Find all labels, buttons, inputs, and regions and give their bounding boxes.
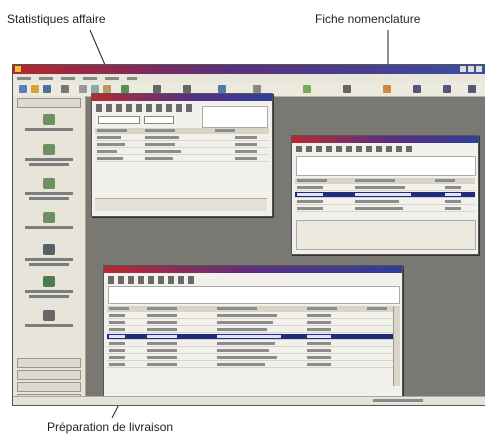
toolbar-tool-icon[interactable] [253, 85, 261, 93]
toolbar-search-icon[interactable] [121, 85, 129, 93]
sidebar-item[interactable] [19, 308, 79, 338]
toolbar-tool-icon[interactable] [343, 85, 351, 93]
vertical-scrollbar[interactable] [393, 306, 400, 386]
window-titlebar [292, 136, 478, 143]
stats-filter-field[interactable] [98, 116, 140, 124]
sidebar-item[interactable] [19, 242, 79, 272]
toolbar-open-icon[interactable] [31, 85, 39, 93]
table-row[interactable] [107, 327, 399, 333]
callout-statistiques-affaire: Statistiques affaire [7, 12, 106, 26]
sidebar-item[interactable] [19, 176, 79, 206]
toolbar-copy-icon[interactable] [91, 85, 99, 93]
sidebar-item[interactable] [19, 274, 79, 304]
table-row[interactable] [95, 135, 269, 141]
maximize-button[interactable] [468, 66, 474, 72]
table-header [95, 128, 269, 134]
nomenclature-form [296, 156, 476, 176]
toolbar-paste-icon[interactable] [103, 85, 111, 93]
table-row[interactable] [295, 185, 475, 191]
table-header [295, 178, 475, 184]
toolbar-tool-icon[interactable] [218, 85, 226, 93]
window-preparation-livraison [103, 265, 403, 397]
minimize-button[interactable] [460, 66, 466, 72]
table-row[interactable] [95, 149, 269, 155]
toolbar-cut-icon[interactable] [79, 85, 87, 93]
app-titlebar [13, 65, 485, 74]
sidebar-item[interactable] [19, 112, 79, 142]
table-row[interactable] [107, 341, 399, 347]
module-icon [43, 178, 55, 189]
window-titlebar [92, 94, 272, 101]
toolbar-tool-icon[interactable] [383, 85, 391, 93]
sidebar-header-button[interactable] [17, 98, 81, 108]
table-row[interactable] [107, 320, 399, 326]
sidebar-item[interactable] [19, 210, 79, 240]
table-row[interactable] [95, 156, 269, 162]
toolbar-tool-icon[interactable] [468, 85, 476, 93]
table-row[interactable] [107, 362, 399, 368]
toolbar-tool-icon[interactable] [153, 85, 161, 93]
stats-period-dropdown[interactable] [144, 116, 174, 124]
table-row[interactable] [95, 142, 269, 148]
table-row[interactable] [295, 199, 475, 205]
stats-footer [95, 198, 267, 211]
sidebar-button[interactable] [17, 370, 81, 380]
toolbar-new-icon[interactable] [19, 85, 27, 93]
sidebar-button[interactable] [17, 382, 81, 392]
window-statistiques-affaire [91, 93, 273, 217]
module-icon [43, 244, 55, 255]
table-row-selected[interactable] [107, 334, 399, 340]
status-bar [13, 396, 485, 405]
app-window [12, 64, 485, 406]
window-toolbar [96, 104, 196, 112]
window-fiche-nomenclature [291, 135, 479, 255]
window-toolbar [296, 146, 416, 152]
module-sidebar [13, 96, 86, 405]
toolbar-tool-icon[interactable] [413, 85, 421, 93]
window-toolbar [108, 276, 198, 284]
table-row[interactable] [107, 348, 399, 354]
toolbar-print-icon[interactable] [61, 85, 69, 93]
toolbar-tool-icon[interactable] [183, 85, 191, 93]
toolbar-tool-icon[interactable] [443, 85, 451, 93]
module-icon [43, 212, 55, 223]
table-row-selected[interactable] [295, 192, 475, 198]
callout-fiche-nomenclature: Fiche nomenclature [315, 12, 421, 26]
module-icon [43, 144, 55, 155]
table-row[interactable] [295, 206, 475, 212]
module-icon [43, 114, 55, 125]
table-header [107, 306, 399, 312]
callout-preparation-livraison: Préparation de livraison [47, 420, 174, 434]
table-row[interactable] [107, 313, 399, 319]
nomenclature-detail-panel [296, 220, 476, 250]
window-titlebar [104, 266, 402, 273]
table-row[interactable] [107, 355, 399, 361]
sidebar-button[interactable] [17, 358, 81, 368]
sidebar-item[interactable] [19, 142, 79, 172]
toolbar-save-icon[interactable] [43, 85, 51, 93]
app-icon [15, 66, 21, 72]
delivery-header-panel [108, 286, 400, 304]
stats-info-panel [202, 106, 268, 128]
module-icon [43, 310, 55, 321]
module-icon [43, 276, 55, 287]
toolbar-tool-icon[interactable] [303, 85, 311, 93]
close-button[interactable] [476, 66, 482, 72]
